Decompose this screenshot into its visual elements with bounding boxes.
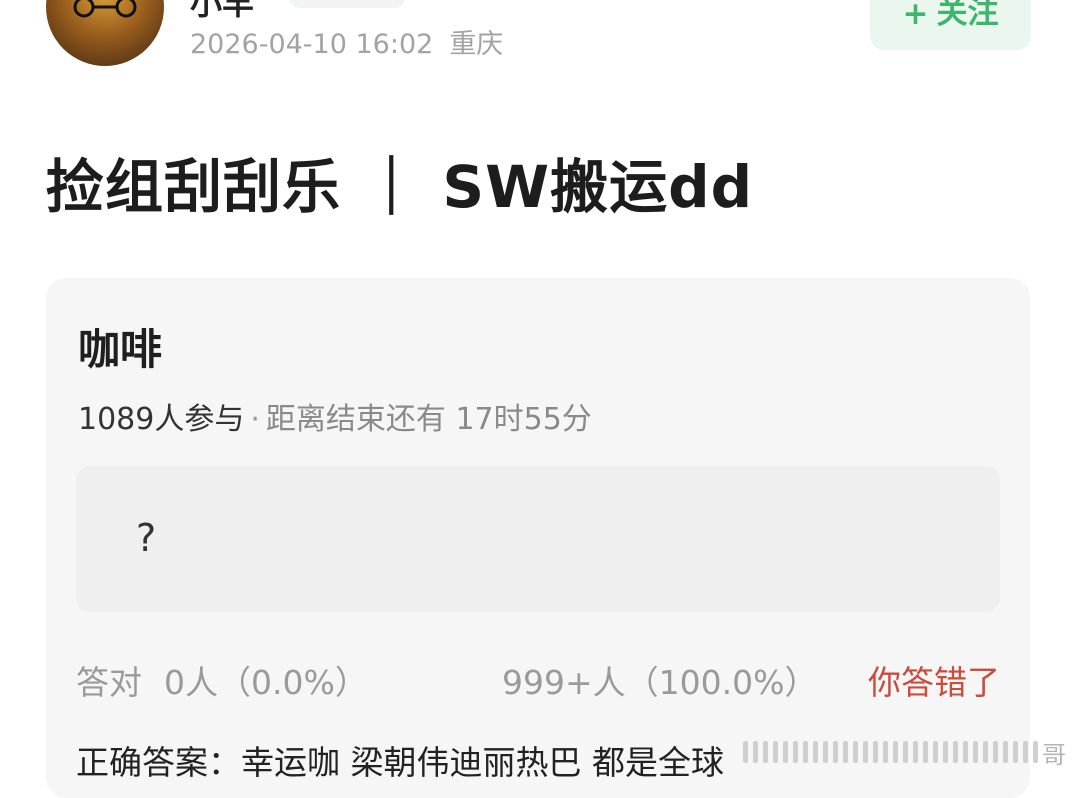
time-remaining: 距离结束还有 17时55分 xyxy=(265,402,592,437)
username[interactable]: 小羊 xyxy=(190,0,254,24)
follow-button[interactable]: + 关注 xyxy=(870,0,1031,50)
watermark: 哥 xyxy=(743,738,1066,769)
watermark-bars xyxy=(743,741,1038,763)
user-badge xyxy=(288,0,406,8)
my-result-status: 你答错了 xyxy=(868,663,1000,702)
wrong-count: 999+人（100.0%） xyxy=(502,663,818,702)
avatar[interactable] xyxy=(46,0,164,66)
question-text: ? xyxy=(136,516,157,560)
correct-answer: 正确答案：幸运咖 梁朝伟迪丽热巴 都是全球 xyxy=(76,743,724,782)
post-timestamp: 2026-04-10 16:02 xyxy=(190,29,434,60)
participant-count: 1089人参与 xyxy=(78,402,245,437)
glasses-icon xyxy=(73,0,137,18)
correct-label: 答对 xyxy=(76,663,142,702)
post-location: 重庆 xyxy=(449,29,504,60)
plus-icon: + xyxy=(902,0,929,32)
quiz-card: 咖啡 1089人参与 · 距离结束还有 17时55分 ? 答对 0人（0.0%） 99… xyxy=(46,278,1030,798)
result-row: 答对 0人（0.0%） 999+人（100.0%） 你答错了 xyxy=(76,656,1000,704)
follow-label: 关注 xyxy=(936,0,999,31)
stats-separator: · xyxy=(250,402,260,437)
post-title: 捡组刮刮乐 ｜ SW搬运dd xyxy=(46,153,754,221)
question-box[interactable]: ? xyxy=(76,466,1000,612)
watermark-text: 哥 xyxy=(1042,740,1066,769)
post-meta: 2026-04-10 16:02 重庆 xyxy=(190,22,503,61)
quiz-name: 咖啡 xyxy=(78,325,163,374)
correct-count: 0人（0.0%） xyxy=(164,663,368,702)
quiz-stats: 1089人参与 · 距离结束还有 17时55分 xyxy=(78,394,592,438)
